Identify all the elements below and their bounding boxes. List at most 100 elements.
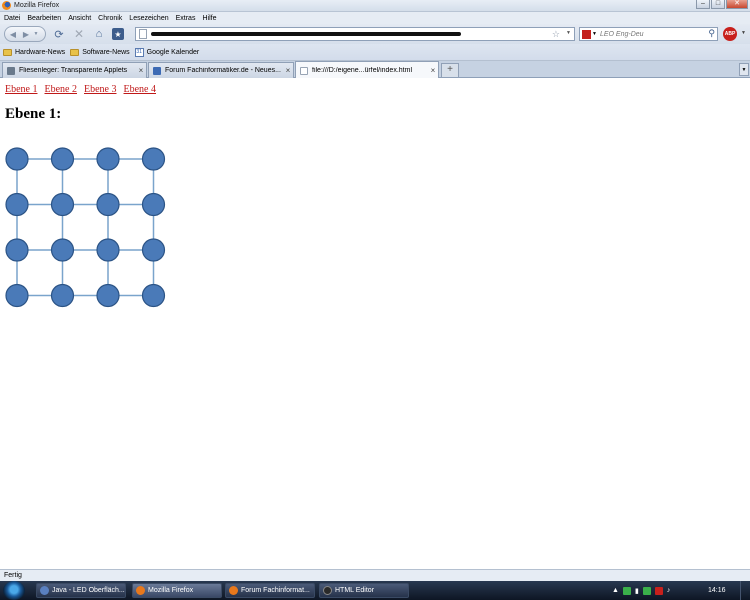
led-node[interactable] bbox=[50, 238, 75, 262]
history-dropdown-icon[interactable]: ▼ bbox=[33, 31, 39, 37]
page-icon bbox=[139, 29, 147, 39]
tab-favicon-icon bbox=[153, 66, 161, 75]
menu-extras[interactable]: Extras bbox=[176, 15, 196, 22]
taskbar-item-firefox[interactable]: Mozilla Firefox bbox=[132, 583, 222, 598]
bookmark-label: Hardware-News bbox=[15, 48, 66, 56]
bookmark-icon[interactable]: ★ bbox=[112, 28, 124, 40]
taskbar-item-forum[interactable]: Forum Fachinformat... bbox=[225, 583, 315, 598]
firefox-icon bbox=[229, 586, 238, 595]
status-text: Fertig bbox=[4, 572, 22, 579]
java-icon bbox=[40, 586, 49, 595]
taskbar-item-label: Mozilla Firefox bbox=[148, 587, 194, 594]
bookmarks-bar: Hardware-News Software-News 31 Google Ka… bbox=[0, 44, 750, 61]
menu-hilfe[interactable]: Hilfe bbox=[202, 15, 216, 22]
show-desktop-button[interactable] bbox=[740, 581, 750, 600]
new-tab-button[interactable]: + bbox=[441, 63, 459, 77]
search-box[interactable]: ▼ ⚲ bbox=[579, 27, 718, 41]
window-controls: – □ ✕ bbox=[696, 0, 748, 9]
led-node[interactable] bbox=[50, 283, 75, 308]
led-grid bbox=[5, 147, 166, 308]
maximize-button[interactable]: □ bbox=[711, 0, 725, 9]
back-icon[interactable]: ◀ bbox=[7, 30, 19, 39]
stop-icon[interactable]: ✕ bbox=[72, 27, 86, 41]
bookmark-label: Google Kalender bbox=[146, 48, 200, 56]
window-title: Mozilla Firefox bbox=[14, 2, 60, 9]
tab-fliesenleger[interactable]: Fliesenleger: Transparente Applets × bbox=[2, 62, 147, 78]
status-bar: Fertig bbox=[0, 569, 750, 581]
bookmark-label: Software-News bbox=[82, 48, 130, 56]
page-content: Ebene 1 Ebene 2 Ebene 3 Ebene 4 Ebene 1: bbox=[0, 78, 750, 569]
led-node[interactable] bbox=[141, 238, 166, 262]
reload-icon[interactable]: ⟳ bbox=[52, 27, 66, 41]
taskbar-item-html-editor[interactable]: HTML Editor bbox=[319, 583, 409, 598]
led-node[interactable] bbox=[5, 147, 29, 171]
search-input[interactable] bbox=[599, 30, 705, 38]
url-dropdown-icon[interactable]: ▼ bbox=[566, 30, 571, 36]
menu-bearbeiten[interactable]: Bearbeiten bbox=[27, 15, 61, 22]
link-ebene-2[interactable]: Ebene 2 bbox=[45, 84, 78, 95]
taskbar-item-label: Forum Fachinformat... bbox=[241, 587, 310, 594]
tray-status-icon[interactable] bbox=[642, 586, 651, 595]
bookmark-software-news[interactable]: Software-News bbox=[70, 48, 130, 56]
minimize-button[interactable]: – bbox=[696, 0, 710, 9]
close-button[interactable]: ✕ bbox=[726, 0, 748, 9]
title-bar: Mozilla Firefox – □ ✕ bbox=[0, 0, 750, 12]
taskbar-item-java[interactable]: Java - LED Oberfläch... bbox=[36, 583, 126, 598]
tab-close-icon[interactable]: × bbox=[283, 66, 293, 75]
adblock-icon[interactable]: ABP bbox=[723, 27, 737, 41]
led-node[interactable] bbox=[5, 238, 29, 262]
menu-datei[interactable]: Datei bbox=[4, 15, 20, 22]
link-ebene-3[interactable]: Ebene 3 bbox=[84, 84, 117, 95]
bookmark-google-kalender[interactable]: 31 Google Kalender bbox=[134, 47, 200, 57]
tab-label: Forum Fachinformatiker.de - Neues... bbox=[165, 67, 281, 74]
tab-favicon-icon bbox=[7, 66, 15, 75]
menu-chronik[interactable]: Chronik bbox=[98, 15, 122, 22]
page-heading: Ebene 1: bbox=[5, 106, 62, 122]
led-node[interactable] bbox=[96, 147, 120, 171]
led-node[interactable] bbox=[50, 147, 75, 171]
search-icon[interactable]: ⚲ bbox=[708, 28, 715, 39]
leo-icon[interactable] bbox=[582, 29, 591, 39]
menu-ansicht[interactable]: Ansicht bbox=[68, 15, 91, 22]
tab-label: Fliesenleger: Transparente Applets bbox=[19, 67, 128, 74]
tab-close-icon[interactable]: × bbox=[428, 66, 438, 75]
toolbar-overflow-icon[interactable]: ▼ bbox=[741, 30, 746, 36]
volume-icon[interactable]: ♪ bbox=[667, 587, 671, 594]
star-icon[interactable]: ☆ bbox=[552, 29, 560, 40]
tab-close-icon[interactable]: × bbox=[136, 66, 146, 75]
link-ebene-4[interactable]: Ebene 4 bbox=[124, 84, 157, 95]
led-node[interactable] bbox=[141, 147, 166, 171]
link-ebene-1[interactable]: Ebene 1 bbox=[5, 84, 38, 95]
home-icon[interactable]: ⌂ bbox=[92, 27, 106, 41]
led-node[interactable] bbox=[96, 238, 120, 262]
led-node[interactable] bbox=[5, 283, 29, 308]
led-node[interactable] bbox=[96, 283, 120, 308]
bookmark-hardware-news[interactable]: Hardware-News bbox=[3, 48, 66, 56]
menu-lesezeichen[interactable]: Lesezeichen bbox=[129, 15, 168, 22]
firefox-icon bbox=[136, 586, 145, 595]
search-engine-dropdown-icon[interactable]: ▼ bbox=[592, 31, 597, 37]
tray-app-icon[interactable] bbox=[622, 586, 631, 595]
network-icon[interactable]: ▮ bbox=[635, 587, 639, 595]
led-node[interactable] bbox=[141, 283, 166, 308]
start-button[interactable] bbox=[3, 581, 25, 600]
editor-icon bbox=[323, 586, 332, 595]
url-bar[interactable]: ☆ ▼ bbox=[135, 27, 575, 41]
forward-icon[interactable]: ▶ bbox=[20, 30, 32, 39]
taskbar-item-label: HTML Editor bbox=[335, 587, 375, 594]
led-node[interactable] bbox=[96, 192, 120, 217]
tab-list-dropdown-icon[interactable]: ▼ bbox=[739, 63, 749, 76]
tab-favicon-icon bbox=[300, 66, 308, 75]
led-node[interactable] bbox=[141, 192, 166, 217]
led-node[interactable] bbox=[5, 192, 29, 217]
tab-forum[interactable]: Forum Fachinformatiker.de - Neues... × bbox=[148, 62, 294, 78]
url-redacted bbox=[151, 32, 461, 36]
led-node[interactable] bbox=[50, 192, 75, 217]
clock: 14:16 bbox=[708, 587, 726, 594]
tab-label: file:///D:/eigene...ürfel/index.html bbox=[312, 67, 412, 74]
system-tray: ▲ ▮ ♪ bbox=[612, 581, 670, 600]
tray-arrow-icon[interactable]: ▲ bbox=[612, 587, 619, 594]
tab-index-html[interactable]: file:///D:/eigene...ürfel/index.html × bbox=[295, 61, 439, 79]
taskbar-item-label: Java - LED Oberfläch... bbox=[52, 587, 125, 594]
antivirus-icon[interactable] bbox=[654, 586, 663, 595]
